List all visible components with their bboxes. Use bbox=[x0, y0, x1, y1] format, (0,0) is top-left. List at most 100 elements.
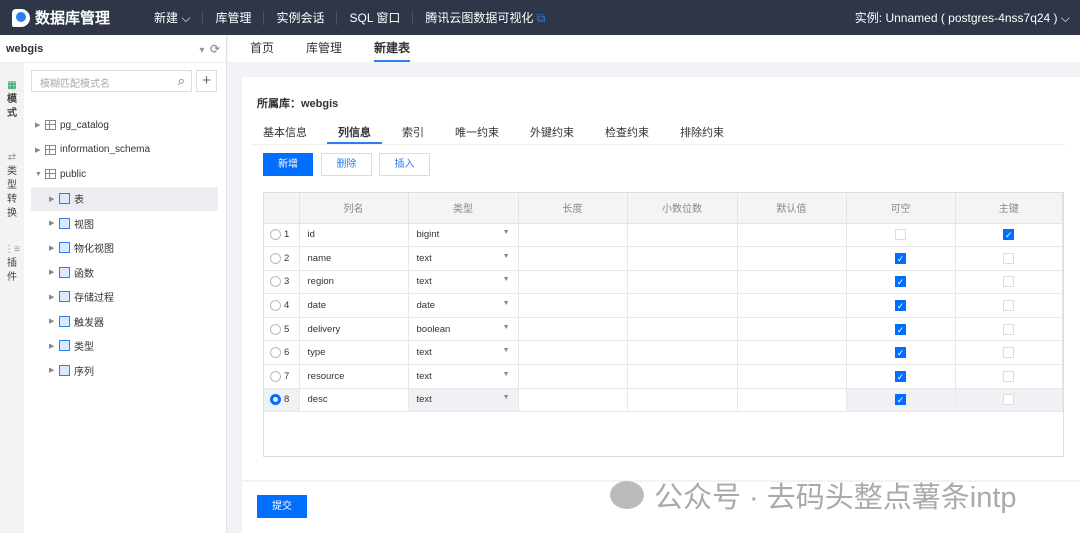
tree-item[interactable]: ▶ 物化视图 bbox=[31, 236, 218, 261]
scale-cell[interactable] bbox=[627, 223, 738, 248]
radio-button[interactable] bbox=[270, 394, 281, 406]
database-selector[interactable]: webgis ▾ ⟳ bbox=[0, 35, 226, 63]
table-row[interactable]: 1 id bigint ▼ ✓ bbox=[264, 223, 1063, 248]
primary-key-checkbox[interactable]: ✓ bbox=[1003, 229, 1015, 241]
app-logo[interactable]: 数据库管理 bbox=[12, 7, 142, 28]
tree-item[interactable]: ▼ public bbox=[31, 162, 218, 187]
table-row[interactable]: 5 delivery boolean ▼ ✓ bbox=[264, 317, 1063, 342]
row-select[interactable]: 6 bbox=[264, 340, 300, 366]
column-type-select[interactable]: date ▼ bbox=[408, 293, 519, 318]
primary-key-checkbox[interactable] bbox=[1003, 394, 1015, 406]
radio-button[interactable] bbox=[270, 276, 281, 288]
tree-item[interactable]: ▶ 序列 bbox=[31, 358, 218, 383]
page-tab[interactable]: 首页 bbox=[250, 35, 274, 62]
nullable-checkbox[interactable] bbox=[895, 229, 906, 241]
length-cell[interactable] bbox=[518, 270, 628, 295]
column-name-cell[interactable]: id bbox=[299, 223, 409, 248]
table-row[interactable]: 2 name text ▼ ✓ bbox=[264, 246, 1063, 271]
primary-key-checkbox[interactable] bbox=[1003, 323, 1015, 335]
table-row[interactable]: 7 resource text ▼ ✓ bbox=[264, 364, 1063, 389]
length-cell[interactable] bbox=[518, 317, 628, 342]
page-tab[interactable]: 新建表 bbox=[374, 35, 411, 62]
scale-cell[interactable] bbox=[627, 340, 738, 366]
column-name-cell[interactable]: region bbox=[299, 270, 409, 295]
default-cell[interactable] bbox=[737, 270, 847, 295]
schema-search-input[interactable]: 模糊匹配模式名 ⌕ bbox=[31, 70, 192, 92]
default-cell[interactable] bbox=[737, 340, 847, 366]
nav-sessions[interactable]: 实例会话 bbox=[264, 10, 338, 25]
table-row[interactable]: 3 region text ▼ ✓ bbox=[264, 270, 1063, 295]
tree-item[interactable]: ▶ 存储过程 bbox=[31, 285, 218, 310]
radio-button[interactable] bbox=[270, 347, 281, 359]
row-select[interactable]: 3 bbox=[264, 270, 300, 295]
length-cell[interactable] bbox=[518, 293, 628, 318]
table-row[interactable]: 4 date date ▼ ✓ bbox=[264, 293, 1063, 318]
column-name-cell[interactable]: resource bbox=[299, 364, 409, 389]
scale-cell[interactable] bbox=[627, 364, 738, 389]
caret-right-icon[interactable]: ▶ bbox=[49, 195, 59, 203]
rail-plugins[interactable]: 插件 bbox=[7, 257, 17, 285]
primary-key-checkbox[interactable] bbox=[1003, 347, 1015, 359]
scale-cell[interactable] bbox=[627, 270, 738, 295]
form-subtab[interactable]: 列信息 bbox=[327, 124, 382, 144]
column-name-cell[interactable]: desc bbox=[299, 388, 409, 413]
caret-down-icon[interactable]: ▼ bbox=[35, 171, 45, 178]
row-select[interactable]: 7 bbox=[264, 364, 300, 389]
form-subtab[interactable]: 索引 bbox=[391, 124, 435, 144]
caret-right-icon[interactable]: ▶ bbox=[49, 244, 59, 252]
column-name-cell[interactable]: date bbox=[299, 293, 409, 318]
radio-button[interactable] bbox=[270, 229, 281, 241]
scale-cell[interactable] bbox=[627, 246, 738, 271]
primary-key-checkbox[interactable] bbox=[1003, 252, 1015, 264]
nullable-checkbox[interactable]: ✓ bbox=[895, 300, 906, 312]
tree-item[interactable]: ▶ 触发器 bbox=[31, 309, 218, 334]
delete-column-button[interactable]: 删除 bbox=[321, 153, 372, 176]
scale-cell[interactable] bbox=[627, 388, 738, 413]
tree-item[interactable]: ▶ information_schema bbox=[31, 138, 218, 163]
radio-button[interactable] bbox=[270, 323, 281, 335]
insert-column-button[interactable]: 插入 bbox=[379, 153, 430, 176]
default-cell[interactable] bbox=[737, 246, 847, 271]
instance-selector[interactable]: 实例: Unnamed ( postgres-4nss7q24 ) ⌵ bbox=[855, 9, 1070, 26]
default-cell[interactable] bbox=[737, 293, 847, 318]
add-schema-button[interactable]: + bbox=[196, 70, 217, 92]
table-row[interactable]: 8 desc text ▼ ✓ bbox=[264, 388, 1063, 413]
submit-button[interactable]: 提交 bbox=[257, 495, 307, 518]
form-subtab[interactable]: 唯一约束 bbox=[444, 124, 510, 144]
table-row[interactable]: 6 type text ▼ ✓ bbox=[264, 340, 1063, 366]
add-column-button[interactable]: 新增 bbox=[263, 153, 313, 176]
column-type-select[interactable]: text ▼ bbox=[408, 270, 519, 295]
column-type-select[interactable]: text ▼ bbox=[408, 340, 519, 366]
default-cell[interactable] bbox=[737, 317, 847, 342]
length-cell[interactable] bbox=[518, 223, 628, 248]
default-cell[interactable] bbox=[737, 364, 847, 389]
nullable-checkbox[interactable]: ✓ bbox=[895, 370, 906, 382]
caret-right-icon[interactable]: ▶ bbox=[35, 146, 45, 154]
nullable-checkbox[interactable]: ✓ bbox=[895, 347, 906, 359]
column-name-cell[interactable]: delivery bbox=[299, 317, 409, 342]
length-cell[interactable] bbox=[518, 340, 628, 366]
row-select[interactable]: 4 bbox=[264, 293, 300, 318]
column-type-select[interactable]: text ▼ bbox=[408, 388, 519, 413]
tree-item[interactable]: ▶ 视图 bbox=[31, 211, 218, 236]
nav-new[interactable]: 新建 ⌵ bbox=[142, 10, 204, 25]
form-subtab[interactable]: 外键约束 bbox=[519, 124, 585, 144]
scale-cell[interactable] bbox=[627, 293, 738, 318]
column-type-select[interactable]: text ▼ bbox=[408, 246, 519, 271]
nullable-checkbox[interactable]: ✓ bbox=[895, 323, 906, 335]
primary-key-checkbox[interactable] bbox=[1003, 276, 1015, 288]
form-subtab[interactable]: 排除约束 bbox=[669, 124, 735, 144]
tree-item[interactable]: ▶ 类型 bbox=[31, 334, 218, 359]
radio-button[interactable] bbox=[270, 370, 281, 382]
row-select[interactable]: 2 bbox=[264, 246, 300, 271]
nullable-checkbox[interactable]: ✓ bbox=[895, 276, 906, 288]
nullable-checkbox[interactable]: ✓ bbox=[895, 394, 906, 406]
column-type-select[interactable]: boolean ▼ bbox=[408, 317, 519, 342]
nav-db-manage[interactable]: 库管理 bbox=[203, 10, 265, 25]
primary-key-checkbox[interactable] bbox=[1003, 370, 1015, 382]
caret-right-icon[interactable]: ▶ bbox=[49, 342, 59, 350]
form-subtab[interactable]: 检查约束 bbox=[594, 124, 660, 144]
caret-right-icon[interactable]: ▶ bbox=[49, 268, 59, 276]
length-cell[interactable] bbox=[518, 246, 628, 271]
search-icon[interactable]: ⌕ bbox=[178, 73, 185, 89]
